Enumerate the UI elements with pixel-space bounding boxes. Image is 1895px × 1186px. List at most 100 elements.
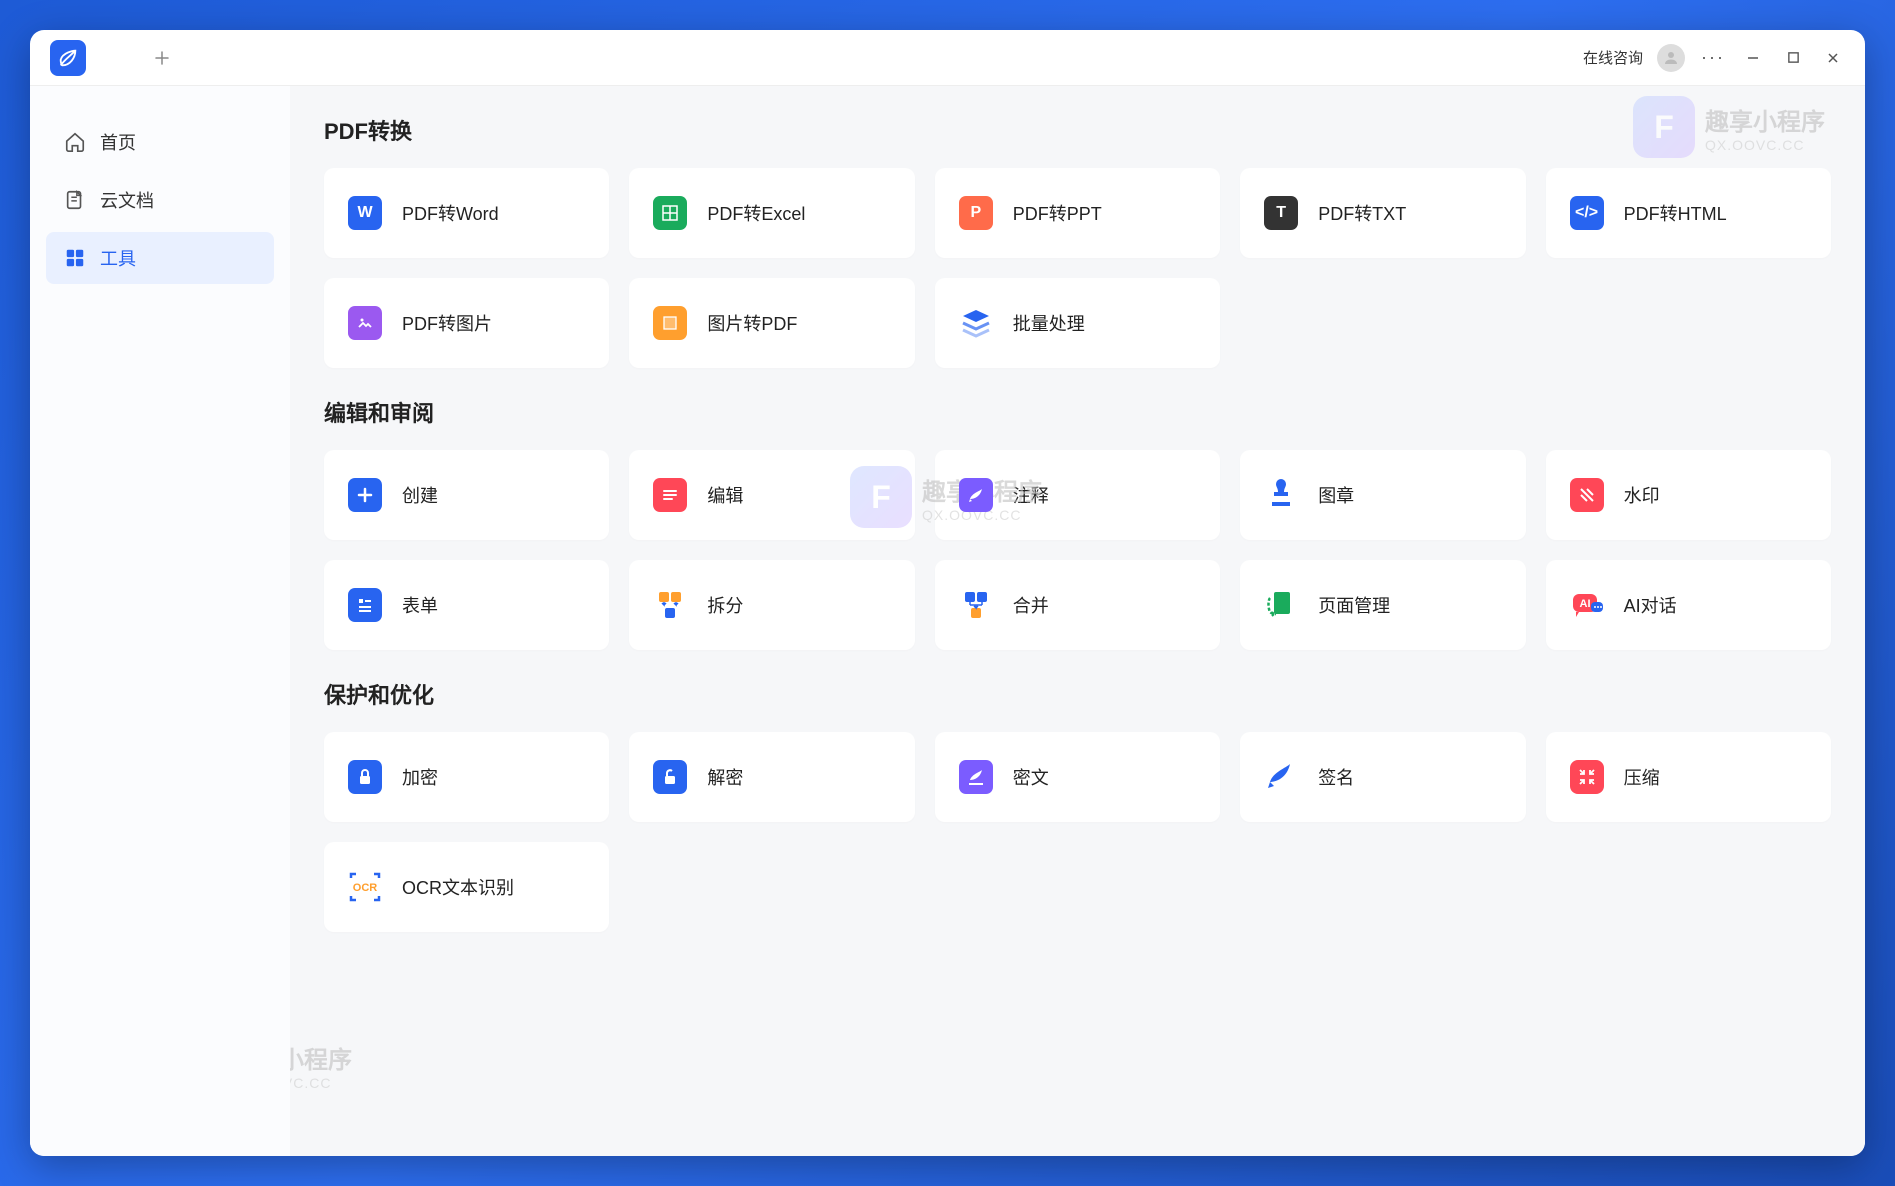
tool-label: 密文 (1013, 764, 1049, 790)
tool-redact[interactable]: 密文 (935, 732, 1220, 822)
section-title: 编辑和审阅 (324, 396, 1831, 428)
unlock-icon (651, 758, 689, 796)
sidebar-item-label: 工具 (100, 245, 136, 271)
app-window: 在线咨询 ··· 首页 云文档 (30, 30, 1865, 1156)
minimize-icon (1746, 51, 1760, 65)
tool-label: PDF转图片 (402, 310, 492, 336)
tool-aichat[interactable]: AI AI对话 (1546, 560, 1831, 650)
tool-compress[interactable]: 压缩 (1546, 732, 1831, 822)
word-icon: W.shadow-box[style*='2864f0']::before{ba… (346, 194, 384, 232)
tool-label: 签名 (1318, 764, 1354, 790)
tool-label: 批量处理 (1013, 310, 1085, 336)
tool-sign[interactable]: 签名 (1240, 732, 1525, 822)
sidebar-item-label: 云文档 (100, 187, 154, 213)
tool-split[interactable]: 拆分 (629, 560, 914, 650)
tool-pdf2ppt[interactable]: P PDF转PPT (935, 168, 1220, 258)
pages-icon (1262, 586, 1300, 624)
svg-text:AI: AI (1579, 598, 1590, 610)
tool-label: 创建 (402, 482, 438, 508)
svg-text:OCR: OCR (353, 882, 378, 894)
titlebar: 在线咨询 ··· (30, 30, 1865, 86)
sidebar-item-label: 首页 (100, 129, 136, 155)
tool-pdf2img[interactable]: PDF转图片 (324, 278, 609, 368)
plus-icon (154, 50, 170, 66)
tool-decrypt[interactable]: 解密 (629, 732, 914, 822)
plus-icon (346, 476, 384, 514)
tool-label: 加密 (402, 764, 438, 790)
tool-label: 拆分 (707, 592, 743, 618)
user-icon (1662, 49, 1680, 67)
img2pdf-icon (651, 304, 689, 342)
tool-label: 压缩 (1624, 764, 1660, 790)
tool-create[interactable]: 创建 (324, 450, 609, 540)
tool-label: PDF转Excel (707, 200, 805, 226)
tool-ocr[interactable]: OCR OCR文本识别 (324, 842, 609, 932)
tool-watermark[interactable]: 水印 (1546, 450, 1831, 540)
tool-label: PDF转Word (402, 200, 499, 226)
batch-icon (957, 304, 995, 342)
compress-icon (1568, 758, 1606, 796)
tool-batch[interactable]: 批量处理 (935, 278, 1220, 368)
tool-merge[interactable]: 合并 (935, 560, 1220, 650)
maximize-button[interactable] (1773, 38, 1813, 78)
cloud-doc-icon (64, 189, 86, 211)
html-icon: </> (1568, 194, 1606, 232)
tool-form[interactable]: 表单 (324, 560, 609, 650)
redact-icon (957, 758, 995, 796)
minimize-button[interactable] (1733, 38, 1773, 78)
sidebar-item-cloud[interactable]: 云文档 (46, 174, 274, 226)
maximize-icon (1787, 51, 1800, 64)
tool-label: 图片转PDF (707, 310, 797, 336)
close-button[interactable] (1813, 38, 1853, 78)
sign-icon (1262, 758, 1300, 796)
tool-pdf2word[interactable]: W.shadow-box[style*='2864f0']::before{ba… (324, 168, 609, 258)
ocr-icon: OCR (346, 868, 384, 906)
app-logo (50, 40, 86, 76)
edit-icon (651, 476, 689, 514)
tool-label: PDF转HTML (1624, 200, 1727, 226)
tool-stamp[interactable]: 图章 (1240, 450, 1525, 540)
section-title: 保护和优化 (324, 678, 1831, 710)
sidebar: 首页 云文档 工具 (30, 86, 290, 1156)
tool-img2pdf[interactable]: 图片转PDF (629, 278, 914, 368)
section-pdf-convert: PDF转换 W.shadow-box[style*='2864f0']::bef… (324, 114, 1831, 368)
stamp-icon (1262, 476, 1300, 514)
sidebar-item-home[interactable]: 首页 (46, 116, 274, 168)
more-button[interactable]: ··· (1693, 38, 1733, 78)
excel-icon (651, 194, 689, 232)
image-icon (346, 304, 384, 342)
tool-encrypt[interactable]: 加密 (324, 732, 609, 822)
split-icon (651, 586, 689, 624)
section-edit-review: 编辑和审阅 创建 编辑 注释 (324, 396, 1831, 650)
tool-label: 图章 (1318, 482, 1354, 508)
section-protect-optimize: 保护和优化 加密 解密 密文 (324, 678, 1831, 932)
new-tab-button[interactable] (146, 42, 178, 74)
ppt-icon: P (957, 194, 995, 232)
sidebar-item-tools[interactable]: 工具 (46, 232, 274, 284)
user-avatar[interactable] (1657, 44, 1685, 72)
tool-annotate[interactable]: 注释 (935, 450, 1220, 540)
ai-icon: AI (1568, 586, 1606, 624)
tool-label: AI对话 (1624, 592, 1677, 618)
tool-edit[interactable]: 编辑 (629, 450, 914, 540)
tool-pdf2html[interactable]: </> PDF转HTML (1546, 168, 1831, 258)
tool-label: PDF转TXT (1318, 200, 1406, 226)
tool-pdf2txt[interactable]: T PDF转TXT (1240, 168, 1525, 258)
annotate-icon (957, 476, 995, 514)
tool-label: 注释 (1013, 482, 1049, 508)
tool-label: 页面管理 (1318, 592, 1390, 618)
tool-label: 合并 (1013, 592, 1049, 618)
tool-pages[interactable]: 页面管理 (1240, 560, 1525, 650)
watermark-icon (1568, 476, 1606, 514)
home-icon (64, 131, 86, 153)
close-icon (1826, 51, 1840, 65)
section-title: PDF转换 (324, 114, 1831, 146)
grid-icon (64, 247, 86, 269)
leaf-icon (57, 47, 79, 69)
online-consult-link[interactable]: 在线咨询 (1583, 47, 1643, 68)
tool-pdf2excel[interactable]: PDF转Excel (629, 168, 914, 258)
main-content: F 趣享小程序QX.OOVC.CC F 趣享小程序QX.OOVC.CC F 趣享… (290, 86, 1865, 1156)
watermark: F 趣享小程序QX.OOVC.CC (290, 1034, 352, 1096)
tool-label: 解密 (707, 764, 743, 790)
tool-label: 水印 (1624, 482, 1660, 508)
